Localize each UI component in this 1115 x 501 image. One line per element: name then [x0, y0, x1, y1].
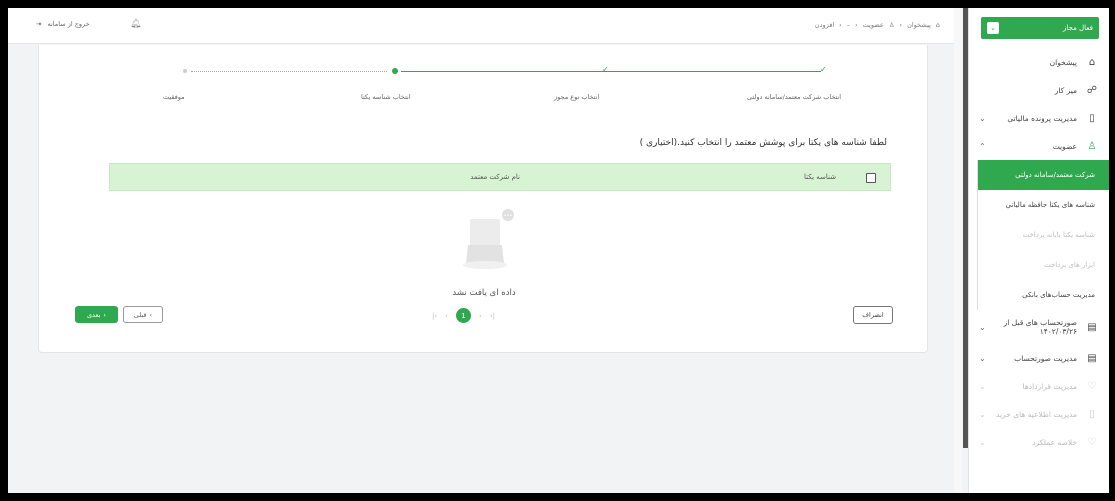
- sidebar-item-workspace[interactable]: ☍ میز کار: [969, 76, 1109, 104]
- chevron-down-icon: ⌄: [979, 437, 986, 447]
- sidebar-item-invoice-management[interactable]: ▤ مدیریت صورتحساب ⌄: [969, 344, 1109, 372]
- pagination: |‹ ‹ 1 › ›|: [432, 308, 495, 323]
- breadcrumb-item-dashboard[interactable]: پیشخوان: [907, 21, 931, 29]
- step-label: انتخاب شناسه یکتا: [361, 93, 411, 101]
- main-scrollbar[interactable]: [954, 8, 962, 493]
- column-header-company-name: نام شرکت معتمد: [470, 173, 520, 181]
- sidebar-item-purchase-notices[interactable]: ▯ مدیریت اطلاعیه های خرید ⌄: [969, 400, 1109, 428]
- breadcrumb: ⌂ پیشخوان ‹ ♙ عضویت ‹ – ‹ افزودن: [815, 21, 940, 29]
- file-icon: ▯: [1089, 112, 1095, 124]
- wizard-card: ✓ ✓ انتخاب شرکت معتمد/سامانه دولتی انتخا…: [38, 45, 928, 353]
- empty-state-text: داده ای یافت نشد: [452, 288, 516, 298]
- svg-text:•••: •••: [504, 213, 513, 219]
- sidebar-item-label: مدیریت صورتحساب: [1014, 353, 1077, 363]
- user-icon: ♙: [1087, 140, 1097, 152]
- step-dot: [183, 69, 187, 73]
- previous-button[interactable]: قبلی ‹: [123, 306, 163, 323]
- table-header: شناسه یکتا نام شرکت معتمد: [109, 163, 891, 191]
- home-icon: ⌂: [1088, 56, 1096, 68]
- sidebar-subitem-memory-ids[interactable]: شناسه های یکتا حافظه مالیاتی: [978, 190, 1109, 220]
- next-page-icon[interactable]: ›: [479, 312, 482, 320]
- sidebar-scrollbar[interactable]: [963, 8, 968, 448]
- last-page-icon[interactable]: ›|: [490, 312, 495, 320]
- sidebar: فعال مجاز ⌄ ⌂ پیشخوان ☍ میز کار ▯ مدیریت…: [963, 8, 1109, 493]
- workspace-icon: ☍: [1086, 84, 1098, 96]
- user-icon: ♙: [888, 21, 895, 29]
- notification-bell-icon[interactable]: 🔔︎: [130, 19, 141, 29]
- sidebar-item-label: پیشخوان: [1049, 57, 1077, 67]
- chevron-up-icon: ⌃: [979, 141, 986, 151]
- contract-icon: ♡: [1087, 380, 1097, 392]
- home-icon: ⌂: [935, 21, 940, 29]
- empty-state-illustration: •••: [463, 209, 514, 269]
- sidebar-item-label: عضویت: [1052, 141, 1077, 151]
- logout-icon: ⇥: [36, 20, 42, 28]
- next-button[interactable]: بعدی ›: [75, 306, 118, 323]
- breadcrumb-item-membership[interactable]: عضویت: [863, 21, 884, 29]
- first-page-icon[interactable]: |‹: [432, 312, 437, 320]
- chevron-down-icon: ⌄: [987, 22, 999, 34]
- sidebar-item-label: صورتحساب های قبل از ۱۴۰۲/۰۳/۲۶: [1003, 318, 1077, 336]
- status-wrap: فعال مجاز ⌄: [969, 8, 1109, 48]
- sidebar-item-label: خلاصه عملکرد: [1032, 437, 1077, 447]
- step-label: انتخاب شرکت معتمد/سامانه دولتی: [747, 93, 842, 101]
- app-frame: ⇥ خروج از سامانه 🔔︎ ⌂ پیشخوان ‹ ♙ عضویت …: [8, 8, 1109, 493]
- step-label: انتخاب نوع مجوز: [554, 93, 600, 101]
- dash-icon: –: [846, 21, 851, 29]
- chevron-down-icon: ⌄: [979, 113, 986, 123]
- top-bar: ⇥ خروج از سامانه 🔔︎ ⌂ پیشخوان ‹ ♙ عضویت …: [8, 8, 954, 44]
- sidebar-item-label: مدیریت قراردادها: [1022, 381, 1077, 391]
- sidebar-item-tax-file[interactable]: ▯ مدیریت پرونده مالیاتی ⌄: [969, 104, 1109, 132]
- chevron-left-icon: ‹: [149, 310, 153, 319]
- check-icon: ✓: [820, 65, 827, 74]
- chevron-down-icon: ⌄: [979, 409, 986, 419]
- chevron-right-icon: ›: [103, 310, 107, 319]
- instruction-text: لطفا شناسه های یکتا برای پوشش معتمد را ا…: [639, 138, 887, 148]
- chevron-down-icon: ⌄: [979, 322, 986, 332]
- sidebar-item-contracts[interactable]: ♡ مدیریت قراردادها ⌄: [969, 372, 1109, 400]
- step-label: موفقیت: [163, 93, 185, 101]
- chevron-down-icon: ⌄: [979, 381, 986, 391]
- chevron-left-icon: ‹: [899, 21, 903, 29]
- chevron-down-icon: ⌄: [979, 353, 986, 363]
- logout-label: خروج از سامانه: [47, 20, 90, 28]
- chevron-left-icon: ‹: [839, 21, 842, 29]
- invoice-icon: ▤: [1087, 321, 1097, 333]
- sidebar-item-dashboard[interactable]: ⌂ پیشخوان: [969, 48, 1109, 76]
- sidebar-item-performance-summary[interactable]: ♡ خلاصه عملکرد ⌄: [969, 428, 1109, 456]
- logout-button[interactable]: ⇥ خروج از سامانه: [36, 20, 90, 28]
- sidebar-item-label: مدیریت پرونده مالیاتی: [1007, 113, 1077, 123]
- notice-icon: ▯: [1089, 408, 1095, 420]
- chevron-left-icon: ‹: [855, 21, 858, 29]
- prev-page-icon[interactable]: ‹: [445, 312, 448, 320]
- check-icon: ✓: [602, 65, 609, 74]
- column-header-unique-id: شناسه یکتا: [803, 173, 836, 181]
- sidebar-subitem-payment-tools[interactable]: ابزار های پرداخت: [978, 250, 1109, 280]
- step-dot-current: [392, 68, 398, 74]
- select-all-checkbox[interactable]: [866, 173, 876, 183]
- step-connector: [401, 71, 821, 72]
- stepper: ✓ ✓ انتخاب شرکت معتمد/سامانه دولتی انتخا…: [39, 45, 929, 105]
- invoice-icon: ▤: [1087, 352, 1097, 364]
- step-connector: [191, 71, 387, 72]
- sidebar-item-old-invoices[interactable]: ▤ صورتحساب های قبل از ۱۴۰۲/۰۳/۲۶ ⌄: [969, 310, 1109, 344]
- status-label: فعال مجاز: [1063, 24, 1093, 32]
- summary-icon: ♡: [1087, 436, 1097, 448]
- sidebar-subitem-terminal-ids[interactable]: شناسه یکتا پایانه پرداخت: [978, 220, 1109, 250]
- prev-label: قبلی: [133, 310, 147, 319]
- sidebar-subitem-trusted-company[interactable]: شرکت معتمد/سامانه دولتی: [978, 160, 1109, 190]
- sidebar-item-label: میز کار: [1054, 85, 1077, 95]
- sidebar-item-label: مدیریت اطلاعیه های خرید: [996, 409, 1077, 419]
- cancel-button[interactable]: انصراف: [853, 306, 893, 324]
- sidebar-item-membership[interactable]: ♙ عضویت ⌃: [969, 132, 1109, 160]
- status-dropdown[interactable]: فعال مجاز ⌄: [981, 17, 1099, 39]
- sidebar-subitem-bank-accounts[interactable]: مدیریت حساب‌های بانکی: [978, 280, 1109, 310]
- next-label: بعدی: [86, 310, 101, 319]
- page-number-current[interactable]: 1: [455, 308, 471, 323]
- membership-submenu: شرکت معتمد/سامانه دولتی شناسه های یکتا ح…: [977, 160, 1109, 310]
- breadcrumb-item-add: افزودن: [814, 21, 835, 29]
